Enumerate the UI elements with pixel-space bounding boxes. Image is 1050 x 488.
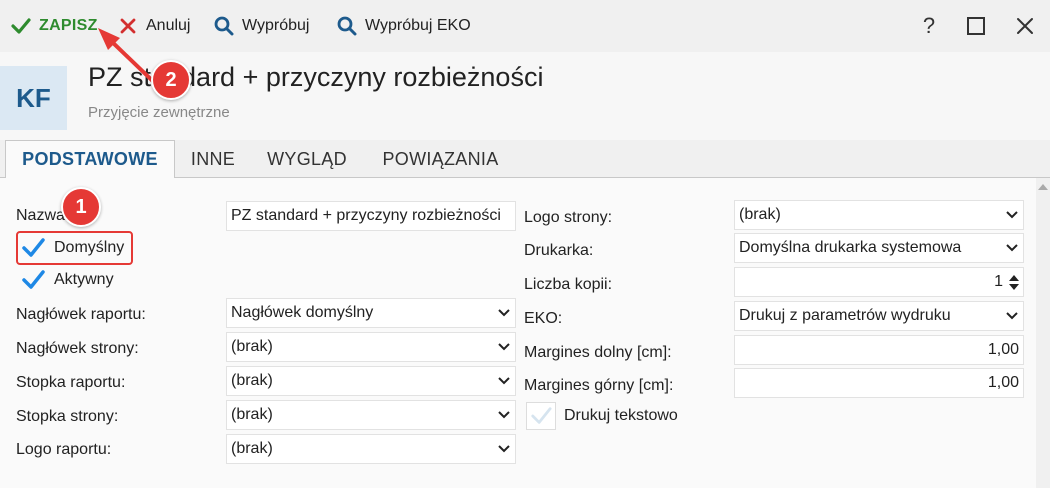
annotation-badge-2: 2: [151, 60, 191, 100]
annotation-badge-1: 1: [61, 187, 101, 227]
